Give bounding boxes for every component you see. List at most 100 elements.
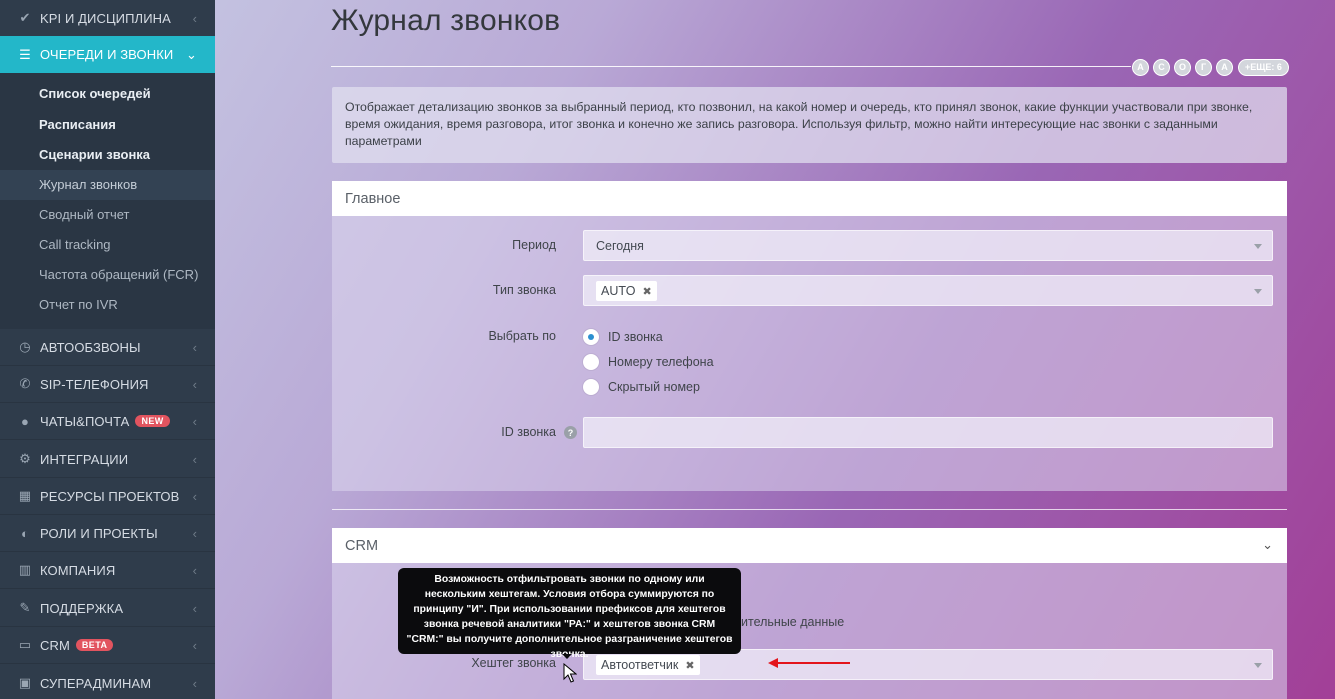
call-type-select[interactable]: AUTO ✖ [583,275,1273,306]
chevron-left-icon: ‹ [192,413,197,429]
check-icon: ✔ [19,10,31,25]
nav-label: KPI И ДИСЦИПЛИНА [40,10,171,26]
radio-phone-number[interactable]: Номеру телефона [583,353,714,371]
caret-down-icon [1254,244,1262,249]
radio-empty-icon[interactable] [583,379,599,395]
page-description: Отображает детализацию звонков за выбран… [332,87,1287,163]
mouse-pointer-icon [563,663,577,683]
chevron-left-icon: ‹ [192,675,197,691]
bar-chart-icon: ▥ [18,562,32,577]
nav-queues-calls[interactable]: ☰ ОЧЕРЕДИ И ЗВОНКИ ⌄ [0,36,215,73]
more-users-pill[interactable]: +ЕЩЕ: 6 [1238,58,1289,76]
remove-tag-icon[interactable]: ✖ [685,659,694,672]
avatar[interactable]: А [1216,58,1233,76]
submenu-item-call-scenarios[interactable]: Сценарии звонка [0,140,215,170]
period-select[interactable]: Сегодня [583,230,1273,261]
chat-icon: ● [21,413,29,429]
lock-icon: ▣ [18,675,32,690]
nav-company[interactable]: ▥ КОМПАНИЯ ‹ [0,552,215,589]
chevron-left-icon: ‹ [192,10,197,26]
avatar[interactable]: А [1132,58,1149,76]
nav-kpi[interactable]: ✔ KPI И ДИСЦИПЛИНА ‹ [0,0,215,37]
avatar[interactable]: С [1153,58,1170,76]
chevron-left-icon: ‹ [192,600,197,616]
radio-label: Номеру телефона [608,355,714,369]
nav-label: РЕСУРСЫ ПРОЕКТОВ [40,488,180,504]
chevron-left-icon: ‹ [192,451,197,467]
radio-hidden-number[interactable]: Скрытый номер [583,378,700,396]
caret-down-icon [1254,663,1262,668]
period-label: Период [512,238,556,252]
nav-label: СУПЕРАДМИНАМ [40,675,152,691]
submenu-item-call-log[interactable]: Журнал звонков [0,170,215,200]
nav-project-resources[interactable]: ▦ РЕСУРСЫ ПРОЕКТОВ ‹ [0,478,215,515]
caret-down-icon [1254,289,1262,294]
chevron-left-icon: ‹ [192,488,197,504]
submenu-item-call-tracking[interactable]: Call tracking [0,230,215,260]
chevron-down-icon: ⌄ [186,46,197,62]
hashtag-tooltip: Возможность отфильтровать звонки по одно… [398,568,741,660]
nav-crm[interactable]: ▭ CRM BETA ‹ [0,627,215,664]
radio-label: Скрытый номер [608,380,700,394]
panel-header: Главное [332,181,1287,216]
nav-superadmins[interactable]: ▣ СУПЕРАДМИНАМ ‹ [0,665,215,699]
partially-hidden-label: ительные данные [741,615,845,629]
nav-label: CRM [40,637,70,653]
annotation-arrow-icon [768,658,850,668]
period-value: Сегодня [596,239,644,253]
radio-call-id[interactable]: ID звонка [583,328,663,346]
avatar[interactable]: Г [1195,58,1212,76]
clock-icon: ◷ [19,339,31,354]
submenu-queues: Список очередей Расписания Сценарии звон… [0,73,215,329]
tag-label: Автоответчик [601,658,679,672]
remove-tag-icon[interactable]: ✖ [643,285,652,298]
chevron-down-icon[interactable]: ⌄ [1262,537,1273,553]
nav-support[interactable]: ✎ ПОДДЕРЖКА ‹ [0,590,215,627]
hashtag-label: Хештег звонка [471,656,556,670]
nav-label: АВТООБЗВОНЫ [40,339,141,355]
call-id-label: ID звонка [501,425,556,439]
select-by-label: Выбрать по [488,329,556,343]
toggle-icon: ◐ [21,525,29,541]
help-icon[interactable]: ? [564,426,577,439]
nav-label: РОЛИ И ПРОЕКТЫ [40,525,158,541]
chevron-left-icon: ‹ [192,562,197,578]
nav-autodial[interactable]: ◷ АВТООБЗВОНЫ ‹ [0,329,215,366]
beta-badge: BETA [75,639,114,651]
gears-icon: ⚙ [19,451,31,466]
nav-label: ИНТЕГРАЦИИ [40,451,129,467]
call-type-tag: AUTO ✖ [596,281,657,301]
submenu-item-summary-report[interactable]: Сводный отчет [0,200,215,230]
radio-selected-icon[interactable] [583,329,599,345]
nav-roles-projects[interactable]: ◐ РОЛИ И ПРОЕКТЫ ‹ [0,515,215,552]
online-users: А С О Г А +ЕЩЕ: 6 [1130,58,1289,76]
card-icon: ▭ [18,637,32,652]
submenu-item-ivr-report[interactable]: Отчет по IVR [0,290,215,320]
call-id-input[interactable] [583,417,1273,448]
nav-label: SIP-ТЕЛЕФОНИЯ [40,376,149,392]
page-title: Журнал звонков [331,4,561,37]
phone-icon: ✆ [19,376,31,391]
title-divider [331,66,1131,67]
wrench-icon: ✎ [19,600,31,615]
section-divider [332,509,1287,510]
nav-chats-mail[interactable]: ● ЧАТЫ&ПОЧТА NEW ‹ [0,403,215,440]
chevron-left-icon: ‹ [192,339,197,355]
nav-label: ОЧЕРЕДИ И ЗВОНКИ [40,47,174,62]
nav-integrations[interactable]: ⚙ ИНТЕГРАЦИИ ‹ [0,441,215,478]
nav-sip[interactable]: ✆ SIP-ТЕЛЕФОНИЯ ‹ [0,366,215,403]
submenu-item-queue-list[interactable]: Список очередей [0,79,215,109]
panel-header[interactable]: CRM ⌄ [332,528,1287,563]
avatar[interactable]: О [1174,58,1191,76]
radio-empty-icon[interactable] [583,354,599,370]
sidebar: ✔ KPI И ДИСЦИПЛИНА ‹ ☰ ОЧЕРЕДИ И ЗВОНКИ … [0,0,215,699]
chevron-left-icon: ‹ [192,525,197,541]
chevron-left-icon: ‹ [192,637,197,653]
new-badge: NEW [135,415,170,427]
radio-label: ID звонка [608,330,663,344]
nav-label: ПОДДЕРЖКА [40,600,124,616]
nav-label: ЧАТЫ&ПОЧТА [40,413,130,429]
submenu-item-fcr[interactable]: Частота обращений (FCR) [0,260,215,290]
submenu-item-schedules[interactable]: Расписания [0,110,215,140]
list-icon: ☰ [19,46,31,62]
